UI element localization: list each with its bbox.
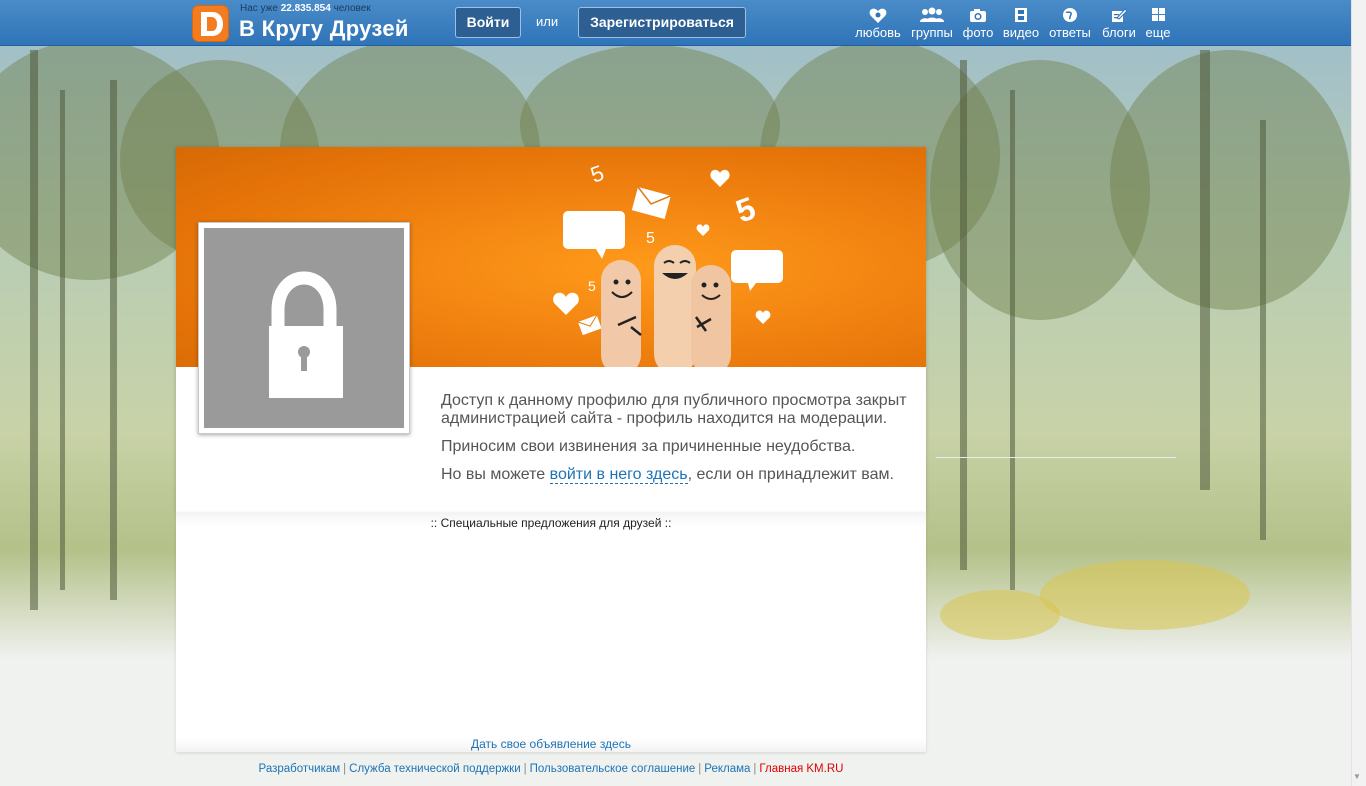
lock-icon (269, 271, 343, 398)
login-hint-suffix: , если он принадлежит вам. (687, 466, 894, 483)
page-scrollbar[interactable] (1351, 0, 1366, 786)
footer-link-advertising[interactable]: Реклама (704, 763, 750, 775)
nav-item-video[interactable]: видео (1001, 7, 1041, 40)
logo-d-icon (201, 12, 223, 36)
footer-link-developers[interactable]: Разработчикам (259, 763, 341, 775)
avatar-placeholder (204, 228, 404, 428)
login-hint-prefix: Но вы можете (441, 466, 550, 483)
login-hint-message: Но вы можете войти в него здесь, если он… (441, 466, 911, 484)
footer-separator: | (753, 763, 757, 775)
footer-links: Разработчикам | Служба технической поддерж… (0, 763, 1102, 775)
heart-icon (869, 8, 887, 23)
film-icon (1015, 8, 1027, 22)
people-icon (920, 7, 944, 22)
login-here-link[interactable]: войти в него здесь (549, 466, 688, 484)
nav-label: группы (911, 25, 953, 40)
nav-label: видео (1002, 25, 1040, 40)
nav-label: любовь (855, 25, 901, 40)
nav-label: ответы (1049, 25, 1091, 40)
site-logo[interactable] (192, 5, 229, 42)
offers-title: :: Специальные предложения для друзей :: (430, 516, 672, 530)
nav-item-groups[interactable]: группы (909, 7, 955, 40)
profile-avatar (198, 222, 410, 434)
footer-separator: | (698, 763, 702, 775)
top-navigation-bar: Нас уже 22.835.854 человек В Кругу Друзе… (0, 0, 1366, 46)
site-title[interactable]: В Кругу Друзей (239, 16, 409, 42)
camera-icon (970, 9, 986, 22)
login-button[interactable]: Войти (455, 7, 521, 38)
svg-text:5: 5 (588, 278, 596, 294)
sidebar-divider (936, 457, 1176, 458)
nav-item-more[interactable]: еще (1142, 7, 1174, 40)
pencil-note-icon (1112, 8, 1127, 22)
svg-text:5: 5 (731, 190, 760, 230)
nav-label: еще (1145, 25, 1171, 40)
footer-link-main-kmru[interactable]: Главная KM.RU (759, 763, 843, 775)
footer-separator: | (523, 763, 527, 775)
footer-link-support[interactable]: Служба технической поддержки (349, 763, 520, 775)
nav-item-love[interactable]: любовь (855, 7, 901, 40)
profile-card: 5 5 5 5 Доступ к данному профилю для пуб… (176, 147, 926, 512)
nav-label: блоги (1102, 25, 1136, 40)
scroll-down-arrow-icon[interactable]: ▼ (1353, 772, 1361, 781)
globe-icon (1063, 8, 1077, 22)
place-ad-link[interactable]: Дать свое объявление здесь (176, 737, 926, 751)
footer-link-agreement[interactable]: Пользовательское соглашение (530, 763, 696, 775)
footer-separator: | (343, 763, 347, 775)
moderation-message: Доступ к данному профилю для публичного … (441, 392, 907, 427)
grid-icon (1151, 8, 1165, 21)
special-offers-section: :: Специальные предложения для друзей ::… (176, 512, 926, 752)
members-counter: Нас уже 22.835.854 человек (240, 3, 371, 14)
svg-text:5: 5 (646, 230, 655, 247)
apology-message: Приносим свои извинения за причиненные н… (441, 438, 856, 455)
nav-label: фото (962, 25, 994, 40)
or-label: или (536, 14, 559, 29)
register-button[interactable]: Зарегистрироваться (578, 7, 746, 38)
nav-item-blogs[interactable]: блоги (1099, 7, 1139, 40)
svg-text:5: 5 (587, 160, 607, 188)
nav-item-answers[interactable]: ответы (1048, 7, 1092, 40)
nav-item-photo[interactable]: фото (960, 7, 996, 40)
